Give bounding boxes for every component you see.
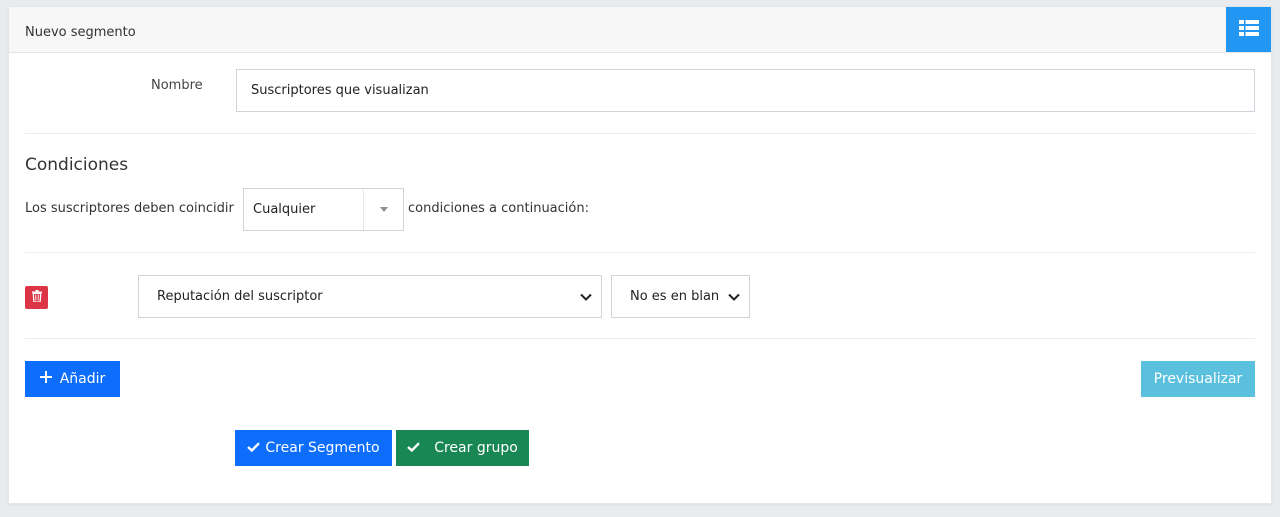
condition-field-value: Reputación del suscriptor [157,289,323,304]
create-group-label: Crear grupo [434,440,518,456]
card-title: Nuevo segmento [25,25,136,40]
plus-icon [39,371,52,387]
divider [25,252,1255,253]
divider [25,338,1255,339]
match-prefix-text: Los suscriptores deben coincidir [25,201,234,216]
list-icon [1238,20,1259,39]
create-segment-button[interactable]: Crear Segmento [235,430,392,466]
caret-down-icon [363,189,403,230]
match-type-value: Cualquier [253,202,316,217]
trash-icon [31,290,42,305]
delete-condition-button[interactable] [25,286,48,309]
condition-operator-value: No es en blan [630,289,719,304]
create-segment-label: Crear Segmento [265,440,380,456]
create-group-button[interactable]: Crear grupo [396,430,529,466]
segment-card: Nuevo segmento Nombre Condiciones Los su… [8,6,1272,504]
add-condition-button[interactable]: Añadir [25,361,120,397]
match-suffix-text: condiciones a continuación: [408,201,589,216]
check-icon [407,440,421,456]
match-type-select[interactable]: Cualquier [243,188,404,231]
add-button-label: Añadir [59,371,106,387]
condition-operator-select[interactable]: No es en blan [611,275,750,318]
list-view-button[interactable] [1226,7,1271,52]
check-icon [247,440,261,456]
condition-field-select[interactable]: Reputación del suscriptor [138,275,602,318]
preview-button[interactable]: Previsualizar [1141,361,1255,397]
name-label: Nombre [151,78,203,93]
chevron-down-icon [571,293,601,301]
divider [25,133,1255,134]
card-header: Nuevo segmento [9,7,1271,53]
conditions-title: Condiciones [25,155,129,175]
name-input[interactable] [236,69,1255,112]
chevron-down-icon [719,293,749,301]
